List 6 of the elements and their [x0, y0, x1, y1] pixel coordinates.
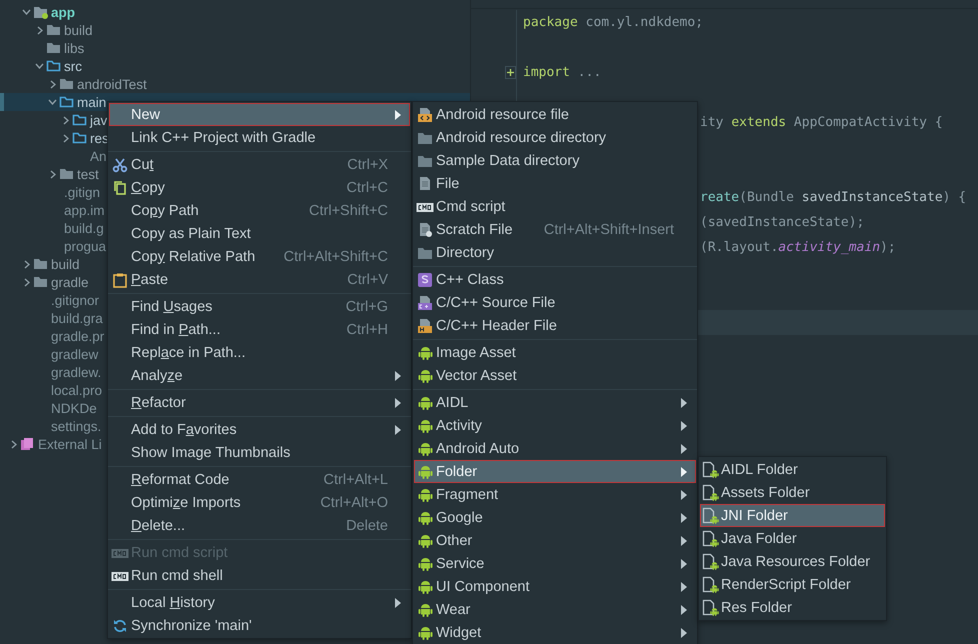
code-line: import ... [523, 65, 602, 80]
code-line: package com.yl.ndkdemo; [523, 15, 704, 30]
code-line: reate(Bundle savedInstanceState) { [700, 190, 966, 205]
code-line: (R.layout.activity_main); [700, 240, 896, 255]
code-line: ity extends AppCompatActivity { [700, 115, 943, 130]
code-line: (savedInstanceState); [700, 215, 864, 230]
